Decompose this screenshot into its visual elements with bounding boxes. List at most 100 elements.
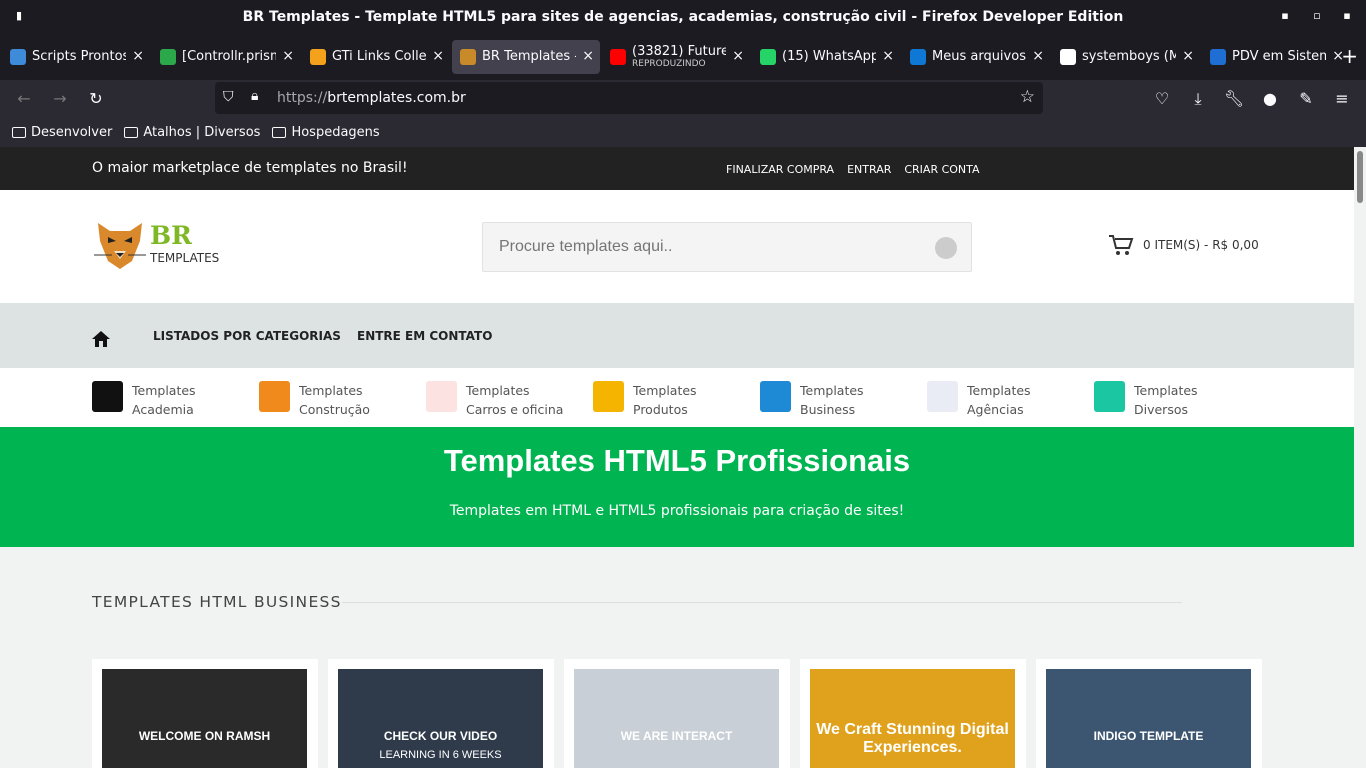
plus-icon (1094, 381, 1125, 412)
close-tab-icon[interactable]: × (432, 48, 444, 64)
url-bar[interactable]: ⛉ 🔒︎ https://brtemplates.com.br ☆ (215, 82, 1043, 114)
cart-total: 0 ITEM(S) - R$ 0,00 (1143, 238, 1259, 252)
download-icon[interactable]: ⤓ (1187, 88, 1209, 110)
pocket-icon[interactable]: ♡ (1151, 88, 1173, 110)
search-icon[interactable] (935, 237, 957, 259)
hero-subtitle: Templates em HTML e HTML5 profissionais … (449, 503, 905, 519)
top-strip: O maior marketplace de templates no Bras… (0, 147, 1354, 190)
template-card[interactable]: CHECK OUR VIDEO LEARNING IN 6 WEEKS (328, 659, 554, 768)
devtools-brush-icon[interactable]: ✎ (1295, 88, 1317, 110)
tab-label: Meus arquivos (932, 49, 1026, 64)
tab-3[interactable]: BR Templates - × (452, 39, 600, 74)
register-link[interactable]: CRIAR CONTA (904, 163, 979, 176)
category-2[interactable]: Templates Carros e oficina (426, 381, 563, 419)
category-4[interactable]: Templates Business (760, 381, 864, 419)
category-line1: Templates (967, 383, 1031, 398)
tab-title: Meus arquivos (932, 49, 1026, 64)
tab-6[interactable]: Meus arquivos × (902, 40, 1050, 74)
maximize-icon[interactable]: ▫ (1310, 9, 1324, 23)
window-menu-icon[interactable]: ▮ (12, 9, 26, 23)
template-card[interactable]: WELCOME ON RAMSH (92, 659, 318, 768)
lock-icon[interactable]: 🔒︎ (251, 88, 258, 104)
nav-contact[interactable]: ENTRE EM CONTATO (357, 329, 492, 343)
template-thumbnail[interactable]: INDIGO TEMPLATE (1046, 669, 1251, 768)
template-thumbnail[interactable]: We Craft Stunning Digital Experiences. (810, 669, 1015, 768)
category-0[interactable]: Templates Academia (92, 381, 196, 419)
search-input[interactable] (483, 223, 903, 271)
folder-icon (124, 127, 139, 138)
category-5[interactable]: Templates Agências (927, 381, 1031, 419)
scrollbar-thumb[interactable] (1357, 151, 1363, 203)
links-icon (310, 48, 326, 65)
category-label: Templates Business (800, 381, 864, 419)
web-page: O maior marketplace de templates no Bras… (0, 147, 1354, 768)
close-window-icon[interactable]: ▪ (1340, 9, 1354, 23)
category-line2: Produtos (633, 402, 688, 417)
tab-label: PDV em Sistem (1232, 49, 1326, 64)
page-scrollbar[interactable] (1354, 147, 1366, 768)
close-tab-icon[interactable]: × (882, 48, 894, 64)
back-button[interactable]: ← (13, 88, 35, 110)
folder-icon (12, 127, 26, 138)
new-tab-button[interactable]: + (1341, 44, 1358, 68)
bookmark-folder-atalhos[interactable]: Atalhos | Diversos (124, 125, 260, 140)
nav-categories[interactable]: LISTADOS POR CATEGORIAS (153, 329, 341, 343)
bookmark-folder-desenvolver[interactable]: Desenvolver (12, 125, 112, 140)
reload-button[interactable]: ↻ (85, 88, 107, 110)
close-tab-icon[interactable]: × (1032, 48, 1044, 64)
category-line1: Templates (1134, 383, 1198, 398)
forward-button[interactable]: → (49, 88, 71, 110)
template-thumbnail[interactable]: CHECK OUR VIDEO LEARNING IN 6 WEEKS (338, 669, 543, 768)
tab-label: BR Templates - (482, 49, 576, 64)
template-thumbnail[interactable]: WELCOME ON RAMSH (102, 669, 307, 768)
tab-7[interactable]: systemboys (M × (1052, 40, 1200, 74)
app-menu-icon[interactable]: ≡ (1331, 88, 1353, 110)
template-card[interactable]: INDIGO TEMPLATE (1036, 659, 1262, 768)
tab-2[interactable]: GTi Links Colle × (302, 40, 450, 74)
category-3[interactable]: Templates Produtos (593, 381, 697, 419)
category-line1: Templates (633, 383, 697, 398)
tab-1[interactable]: [Controllr.prism × (152, 40, 300, 74)
category-6[interactable]: Templates Diversos (1094, 381, 1198, 419)
cart-summary[interactable]: 0 ITEM(S) - R$ 0,00 (1108, 234, 1259, 256)
category-1[interactable]: Templates Construção (259, 381, 370, 419)
shield-icon[interactable]: ⛉ (223, 89, 234, 105)
briefcase-icon (760, 381, 791, 412)
close-tab-icon[interactable]: × (582, 48, 594, 64)
category-label: Templates Academia (132, 381, 196, 419)
tab-5[interactable]: (15) WhatsApp × (752, 40, 900, 74)
youtube-icon (610, 48, 626, 65)
navigation-toolbar: ← → ↻ ⛉ 🔒︎ https://brtemplates.com.br ☆ … (0, 80, 1366, 118)
bookmark-label: Desenvolver (31, 125, 113, 140)
checkout-link[interactable]: FINALIZAR COMPRA (726, 163, 834, 176)
template-search (482, 222, 972, 272)
close-tab-icon[interactable]: × (732, 48, 744, 64)
profile-icon[interactable]: ● (1259, 88, 1281, 110)
bookmarks-toolbar: Desenvolver Atalhos | Diversos Hospedage… (0, 118, 1366, 147)
wrench-icon[interactable]: 🔧︎ (1223, 88, 1245, 110)
close-tab-icon[interactable]: × (132, 48, 144, 64)
login-link[interactable]: ENTRAR (847, 163, 891, 176)
tab-0[interactable]: Scripts Prontos × (2, 40, 150, 74)
cart-icon (593, 381, 624, 412)
tab-8[interactable]: PDV em Sistem × (1202, 40, 1350, 74)
minimize-icon[interactable]: ▪ (1278, 9, 1292, 23)
home-icon[interactable] (92, 331, 110, 347)
tab-4[interactable]: (33821) Future REPRODUZINDO × (602, 40, 750, 74)
helmet-icon (259, 381, 290, 412)
category-line1: Templates (800, 383, 864, 398)
close-tab-icon[interactable]: × (1182, 48, 1194, 64)
bookmark-star-icon[interactable]: ☆ (1020, 87, 1035, 107)
site-logo[interactable]: BR TEMPLATES (92, 217, 222, 273)
logo-templates-text: TEMPLATES (150, 251, 220, 265)
category-bar: Templates Academia Templates Construção Temp… (0, 368, 1354, 427)
main-navigation: LISTADOS POR CATEGORIAS ENTRE EM CONTATO (0, 303, 1354, 368)
logo-br-text: BR (150, 221, 192, 250)
template-card[interactable]: WE ARE INTERACT (564, 659, 790, 768)
bookmark-folder-hospedagens[interactable]: Hospedagens (272, 125, 380, 140)
hero-title: Templates HTML5 Profissionais (443, 443, 911, 478)
tab-title: GTi Links Colle (332, 49, 426, 64)
template-thumbnail[interactable]: WE ARE INTERACT (574, 669, 779, 768)
template-card[interactable]: We Craft Stunning Digital Experiences. (800, 659, 1026, 768)
close-tab-icon[interactable]: × (282, 48, 294, 64)
